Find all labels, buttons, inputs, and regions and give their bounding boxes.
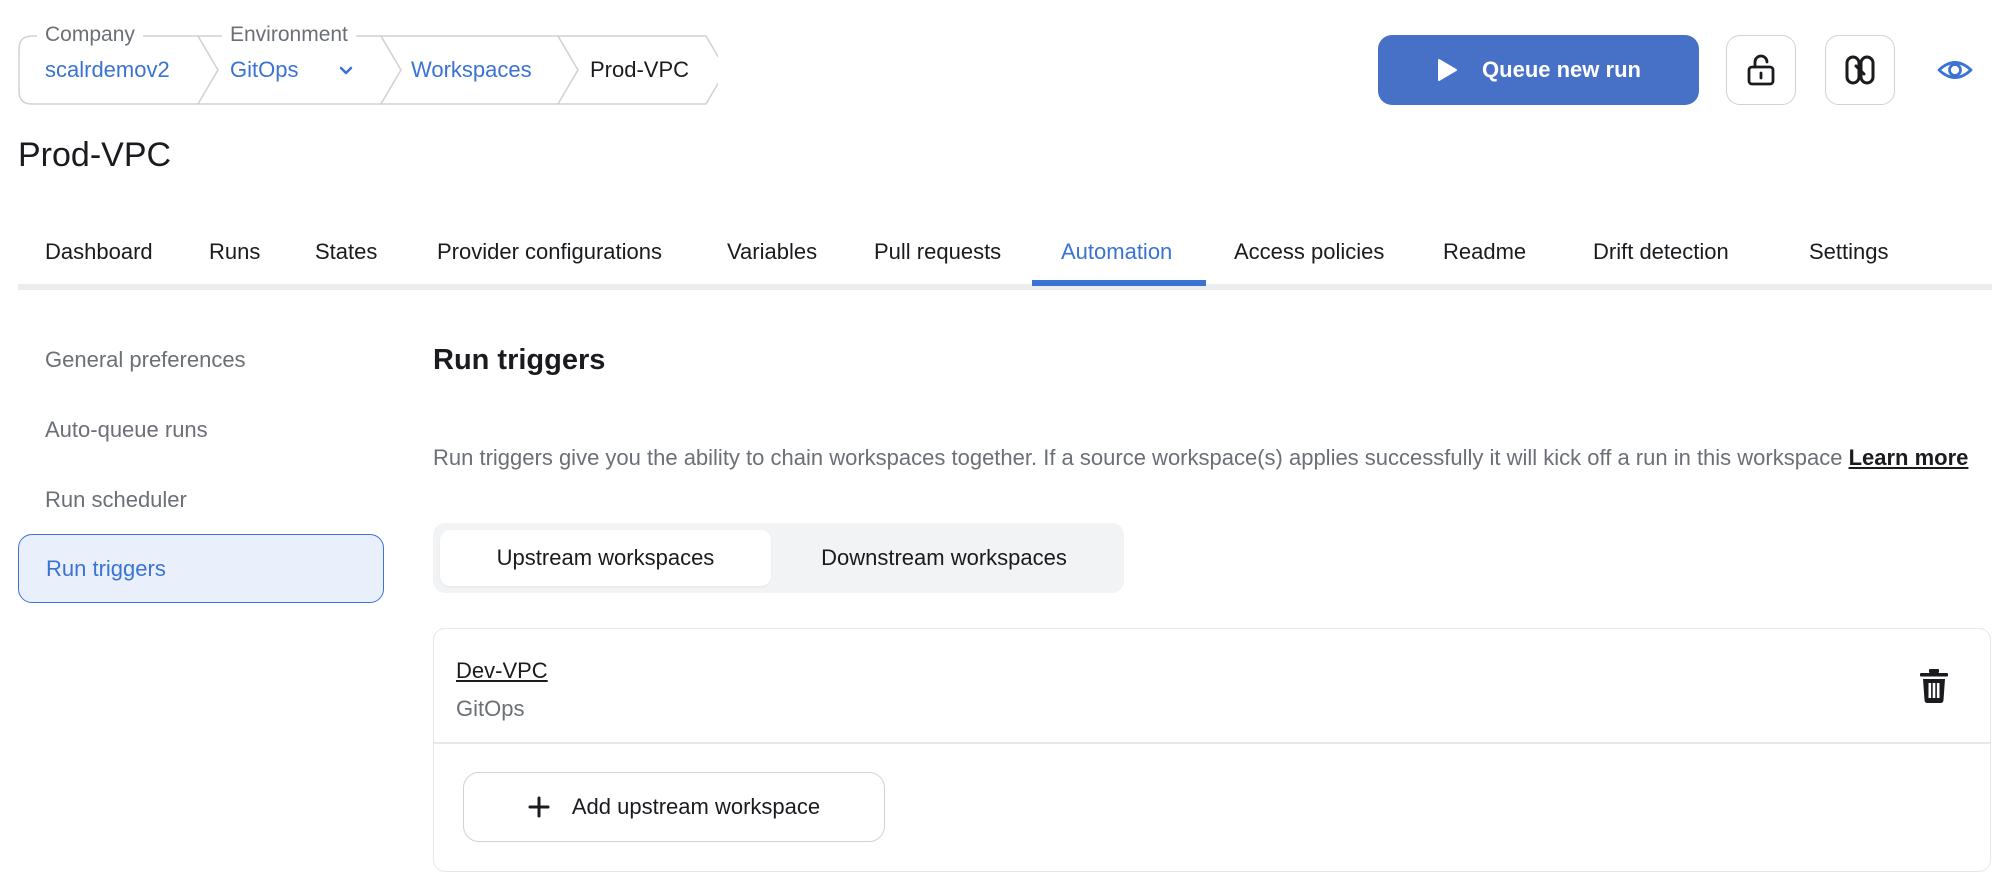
tab-variables[interactable]: Variables	[727, 238, 817, 266]
page-title: Prod-VPC	[18, 136, 172, 174]
upstream-workspaces-card: Dev-VPC GitOps Add upstream workspace	[433, 628, 1991, 872]
sidebar-item-label: Run triggers	[46, 556, 166, 581]
queue-new-run-button[interactable]: Queue new run	[1378, 35, 1699, 105]
tab-settings[interactable]: Settings	[1809, 238, 1889, 266]
breadcrumb-current: Prod-VPC	[590, 57, 690, 82]
queue-new-run-label: Queue new run	[1482, 57, 1641, 82]
link-icon	[1845, 55, 1875, 85]
sidebar-item-run-scheduler[interactable]: Run scheduler	[45, 486, 187, 514]
tab-provider-configurations[interactable]: Provider configurations	[437, 238, 662, 266]
workspace-direction-toggle: Upstream workspaces Downstream workspace…	[433, 523, 1124, 593]
workspace-name-link[interactable]: Dev-VPC	[456, 657, 548, 685]
upstream-workspaces-tab[interactable]: Upstream workspaces	[440, 530, 771, 586]
add-upstream-workspace-label: Add upstream workspace	[571, 794, 821, 819]
workspace-environment: GitOps	[456, 696, 525, 721]
environment-caption: Environment	[222, 22, 356, 48]
sidebar-item-general-preferences[interactable]: General preferences	[45, 346, 246, 374]
eye-icon[interactable]	[1937, 53, 1973, 87]
sidebar-item-auto-queue-runs[interactable]: Auto-queue runs	[45, 416, 208, 444]
lock-button[interactable]	[1726, 35, 1796, 105]
description-text: Run triggers give you the ability to cha…	[433, 445, 1843, 470]
learn-more-link[interactable]: Learn more	[1849, 445, 1969, 470]
run-triggers-description: Run triggers give you the ability to cha…	[433, 444, 1968, 472]
plus-icon	[528, 796, 550, 818]
trash-icon[interactable]	[1920, 669, 1948, 703]
tab-drift-detection[interactable]: Drift detection	[1593, 238, 1729, 266]
tab-bar: Dashboard Runs States Provider configura…	[18, 230, 1992, 290]
tab-dashboard[interactable]: Dashboard	[45, 238, 153, 266]
environment-selector[interactable]: GitOps	[230, 56, 298, 84]
tab-automation[interactable]: Automation	[1061, 238, 1172, 266]
breadcrumb: Company scalrdemov2 Environment GitOps W…	[18, 22, 718, 105]
downstream-workspaces-tab[interactable]: Downstream workspaces	[771, 530, 1117, 586]
link-button[interactable]	[1825, 35, 1895, 105]
tab-pull-requests[interactable]: Pull requests	[874, 238, 1001, 266]
active-tab-indicator	[1032, 280, 1206, 286]
company-caption: Company	[37, 22, 143, 48]
tab-states[interactable]: States	[315, 238, 377, 266]
unlock-icon	[1747, 54, 1775, 86]
card-divider	[434, 742, 1990, 744]
company-link[interactable]: scalrdemov2	[45, 56, 170, 84]
workspaces-link[interactable]: Workspaces	[411, 56, 532, 84]
add-upstream-workspace-button[interactable]: Add upstream workspace	[463, 772, 885, 842]
tab-runs[interactable]: Runs	[209, 238, 260, 266]
section-title: Run triggers	[433, 344, 606, 376]
play-icon	[1438, 59, 1458, 81]
sidebar-item-run-triggers[interactable]: Run triggers	[18, 534, 384, 603]
tab-access-policies[interactable]: Access policies	[1234, 238, 1384, 266]
tab-readme[interactable]: Readme	[1443, 238, 1526, 266]
chevron-down-icon[interactable]	[337, 62, 355, 80]
